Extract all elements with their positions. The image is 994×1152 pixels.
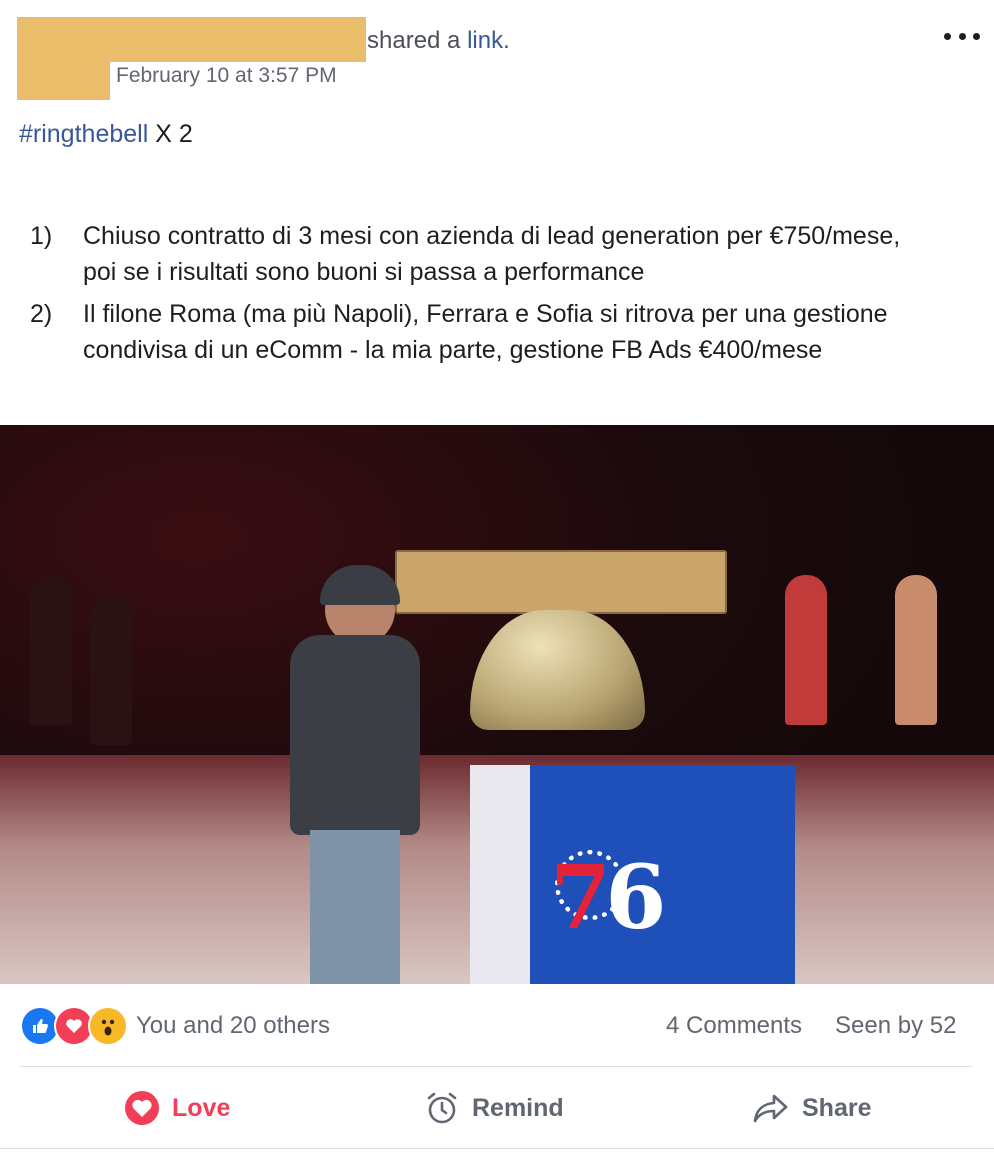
post-media-gif[interactable]: 76 (0, 425, 994, 984)
bell-image (470, 610, 645, 730)
reaction-icons[interactable] (20, 1006, 128, 1046)
remind-label: Remind (472, 1093, 564, 1122)
share-label: Share (802, 1093, 872, 1122)
reaction-count[interactable]: You and 20 others (136, 1012, 330, 1040)
more-options-button[interactable] (944, 24, 980, 48)
post-hashtag-line: #ringthebell X 2 (19, 120, 193, 149)
post-list: 1) Chiuso contratto di 3 mesi con aziend… (30, 218, 930, 374)
dot-icon (944, 32, 951, 40)
bell-frame (395, 550, 727, 614)
post-header: shared a link. (367, 27, 510, 55)
shared-link[interactable]: link (467, 27, 503, 54)
list-item: 1) Chiuso contratto di 3 mesi con aziend… (30, 218, 930, 290)
heart-icon (125, 1091, 159, 1125)
crowd-figure (895, 575, 937, 725)
love-button[interactable]: Love (124, 1085, 230, 1131)
wow-icon (88, 1006, 128, 1046)
list-item-text: Chiuso contratto di 3 mesi con azienda d… (83, 222, 901, 286)
list-item-number: 2) (30, 300, 53, 328)
love-label: Love (172, 1093, 231, 1122)
post-timestamp[interactable]: February 10 at 3:57 PM (116, 64, 337, 88)
list-item-number: 1) (30, 222, 53, 250)
crowd-figure (30, 575, 72, 725)
redacted-author-avatar (17, 17, 110, 100)
redacted-author-name (110, 17, 366, 62)
divider (20, 1066, 972, 1067)
remind-button[interactable]: Remind (424, 1085, 564, 1131)
hashtag-suffix: X 2 (148, 120, 193, 148)
dot-icon (958, 32, 966, 40)
alarm-clock-icon (427, 1092, 457, 1124)
seen-by-count[interactable]: Seen by 52 (835, 1012, 956, 1040)
dot-icon (973, 32, 980, 40)
list-item: 2) Il filone Roma (ma più Napoli), Ferra… (30, 296, 930, 368)
hashtag-link[interactable]: #ringthebell (19, 120, 148, 148)
header-period: . (503, 27, 510, 54)
comments-count[interactable]: 4 Comments (666, 1012, 802, 1040)
crowd-figure (785, 575, 827, 725)
team-logo: 76 (550, 845, 666, 949)
share-button[interactable]: Share (752, 1085, 871, 1131)
person-ringing-bell (280, 565, 430, 984)
list-item-text: Il filone Roma (ma più Napoli), Ferrara … (83, 300, 888, 364)
shared-action-text: shared a (367, 27, 461, 54)
share-arrow-icon (753, 1094, 788, 1123)
crowd-figure (90, 595, 132, 745)
bottom-divider (0, 1148, 994, 1149)
